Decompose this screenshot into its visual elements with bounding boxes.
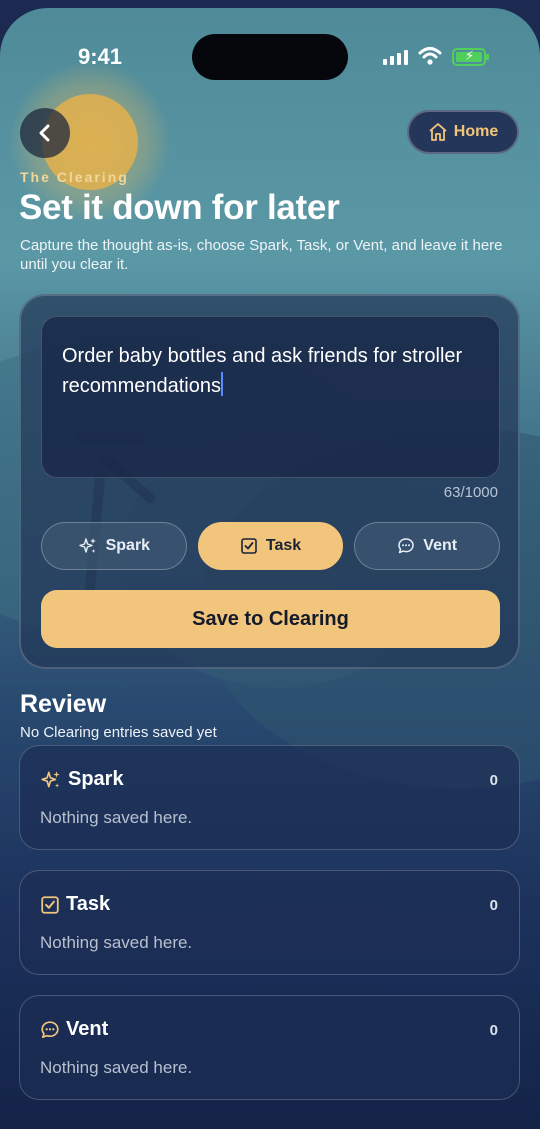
- category-chip-task[interactable]: Task: [197, 522, 344, 570]
- chat-bubble-icon: [398, 538, 415, 554]
- category-selector: Spark Task Vent: [41, 522, 501, 570]
- review-title: Review: [20, 690, 107, 718]
- checkbox-icon: [241, 538, 257, 554]
- phone-screen: 9:41 ⚡ Home The Clearing Set it down for…: [0, 8, 540, 1129]
- review-section-vent[interactable]: Vent 0 Nothing saved here.: [19, 995, 520, 1100]
- review-section-count: 0: [489, 772, 498, 789]
- category-chip-label: Spark: [105, 537, 151, 554]
- thought-input-text: Order baby bottles and ask friends for s…: [62, 345, 463, 397]
- page-title: Set it down for later: [19, 188, 340, 227]
- composer-card: Order baby bottles and ask friends for s…: [19, 294, 520, 669]
- review-section-empty-text: Nothing saved here.: [40, 933, 193, 952]
- sparkles-icon: [78, 538, 96, 553]
- review-section-spark[interactable]: Spark 0 Nothing saved here.: [19, 745, 520, 850]
- review-section-label: Spark: [68, 768, 124, 790]
- review-section-empty-text: Nothing saved here.: [40, 808, 193, 827]
- text-caret: [220, 372, 223, 396]
- status-time: 9:41: [78, 44, 123, 69]
- sparkles-icon: [41, 770, 60, 788]
- review-section-count: 0: [489, 1022, 498, 1039]
- chat-bubble-icon: [41, 1020, 59, 1038]
- wifi-icon: [418, 47, 442, 65]
- category-chip-label: Vent: [423, 537, 458, 554]
- category-chip-vent[interactable]: Vent: [354, 522, 501, 570]
- dynamic-island: [192, 34, 348, 80]
- section-eyebrow: The Clearing: [20, 169, 129, 185]
- category-chip-label: Task: [265, 537, 302, 554]
- checkbox-icon: [41, 895, 59, 914]
- cellular-signal-icon: [383, 50, 408, 65]
- chevron-left-icon: [39, 124, 50, 142]
- category-chip-spark[interactable]: Spark: [41, 522, 187, 570]
- review-section-empty-text: Nothing saved here.: [40, 1058, 193, 1077]
- save-to-clearing-button[interactable]: Save to Clearing: [41, 590, 500, 648]
- review-section-label: Vent: [66, 1018, 109, 1040]
- back-button[interactable]: [20, 108, 70, 158]
- review-subtitle: No Clearing entries saved yet: [20, 724, 217, 741]
- battery-icon: ⚡: [452, 48, 489, 66]
- home-button[interactable]: Home: [407, 110, 519, 154]
- review-section-count: 0: [489, 897, 498, 914]
- home-icon: [429, 123, 447, 141]
- home-button-label: Home: [453, 123, 499, 140]
- character-counter: 63/1000: [443, 484, 498, 501]
- page-subtitle: Capture the thought as-is, choose Spark,…: [20, 237, 503, 273]
- review-section-label: Task: [66, 893, 111, 915]
- review-section-task[interactable]: Task 0 Nothing saved here.: [19, 870, 520, 975]
- thought-input[interactable]: Order baby bottles and ask friends for s…: [41, 316, 500, 478]
